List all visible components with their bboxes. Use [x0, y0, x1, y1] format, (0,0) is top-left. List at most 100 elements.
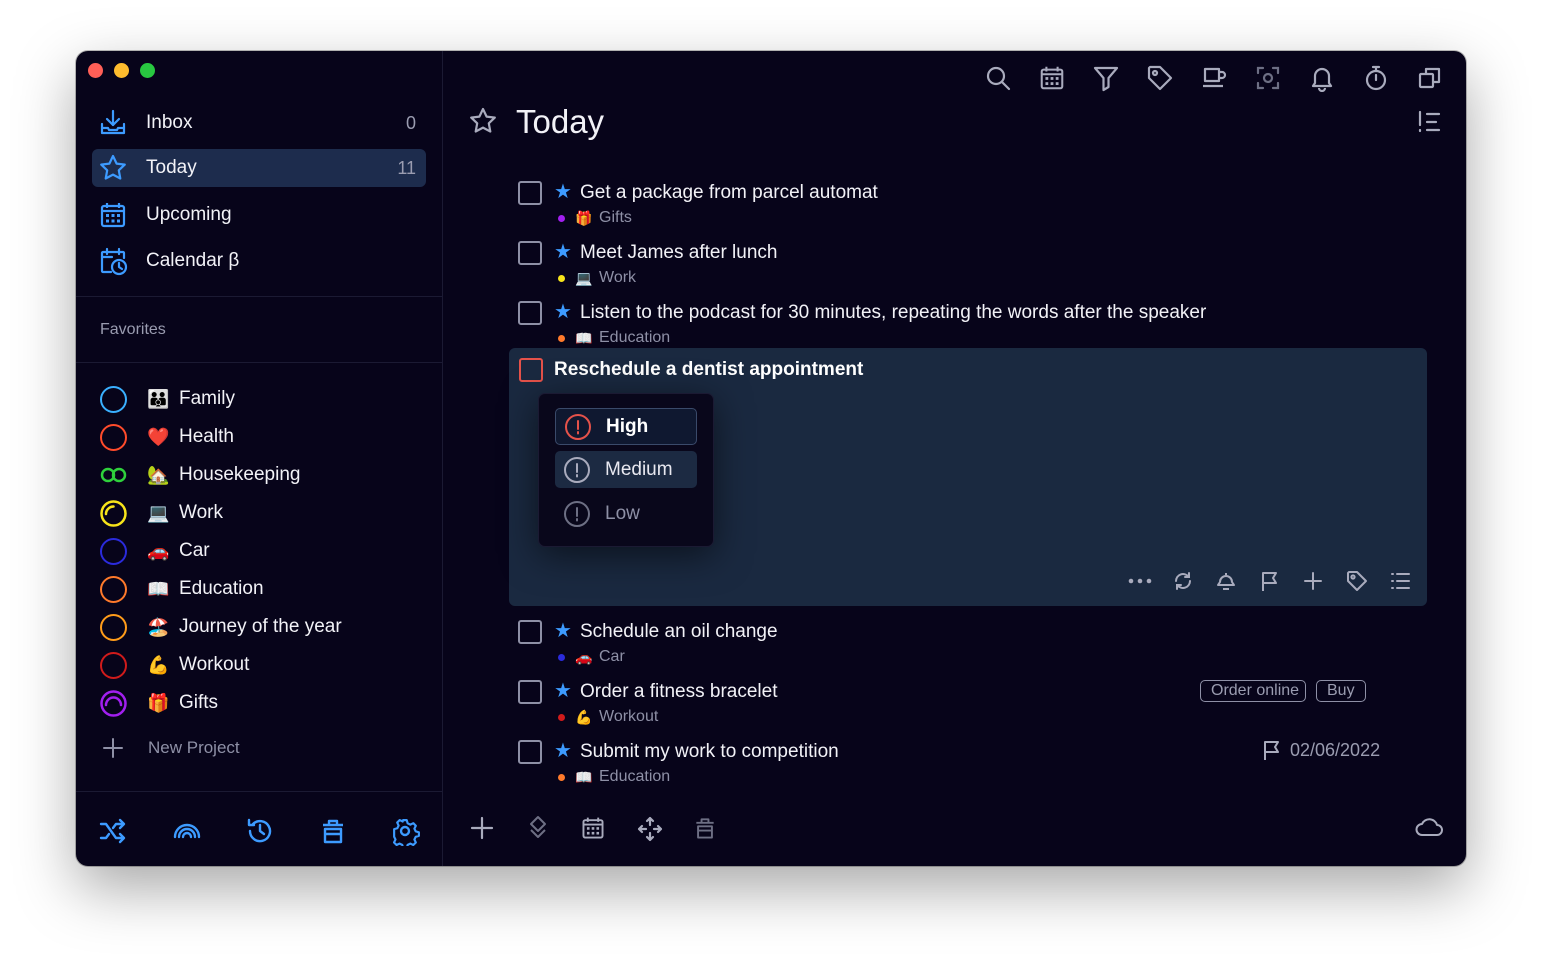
flag-icon[interactable]: [1259, 570, 1281, 592]
task-item[interactable]: ★ Order a fitness bracelet 💪 Workout Ord…: [518, 675, 1438, 731]
sidebar-item-today[interactable]: Today 11: [92, 149, 426, 187]
new-project-button[interactable]: New Project: [100, 735, 240, 761]
project-name: Gifts: [599, 209, 632, 226]
today-star-icon: ★: [554, 241, 572, 263]
rainbow-icon[interactable]: [172, 816, 202, 846]
task-title: Order a fitness bracelet: [580, 681, 778, 702]
project-family[interactable]: 👪 Family: [100, 382, 235, 416]
project-journey[interactable]: 🏖️ Journey of the year: [100, 610, 342, 644]
sidebar-item-upcoming[interactable]: Upcoming: [92, 196, 426, 234]
repeat-icon[interactable]: [1172, 570, 1194, 592]
zoom-window-button[interactable]: [140, 63, 155, 78]
project-emoji: 🎁: [147, 692, 170, 713]
settings-gear-icon[interactable]: [390, 816, 420, 846]
today-star-icon: ★: [554, 680, 572, 702]
trash-icon[interactable]: [692, 815, 718, 841]
sidebar-item-label: Calendar β: [146, 250, 240, 271]
tag-icon[interactable]: [1146, 64, 1174, 92]
sidebar-item-inbox[interactable]: Inbox 0: [92, 104, 426, 142]
task-title[interactable]: Reschedule a dentist appointment: [554, 359, 863, 381]
priority-option-medium[interactable]: Medium: [555, 451, 697, 488]
task-item[interactable]: ★ Listen to the podcast for 30 minutes, …: [518, 296, 1438, 352]
task-checkbox[interactable]: [518, 680, 542, 704]
close-window-button[interactable]: [88, 63, 103, 78]
infinity-ring-icon: [100, 462, 127, 489]
task-item[interactable]: ★ Meet James after lunch 💻 Work: [518, 236, 1438, 292]
project-label: Workout: [179, 654, 250, 675]
bell-icon[interactable]: [1308, 64, 1336, 92]
search-icon[interactable]: [984, 64, 1012, 92]
reminder-bell-icon[interactable]: [1215, 570, 1237, 592]
project-dot: [558, 773, 565, 781]
copy-window-icon[interactable]: [1416, 64, 1444, 92]
project-label: Housekeeping: [179, 464, 301, 485]
move-arrows-icon[interactable]: [636, 815, 664, 843]
sidebar-item-count: 0: [405, 112, 416, 133]
project-workout[interactable]: 💪 Workout: [100, 648, 249, 682]
task-checkbox-high-priority[interactable]: [519, 358, 543, 382]
project-work[interactable]: 💻 Work: [100, 496, 223, 530]
project-health[interactable]: ❤️ Health: [100, 420, 234, 454]
checklist-icon[interactable]: [1389, 570, 1411, 592]
today-star-icon: ★: [554, 740, 572, 762]
priority-option-high[interactable]: High: [555, 408, 697, 445]
minimize-window-button[interactable]: [114, 63, 129, 78]
task-title: Get a package from parcel automat: [580, 182, 878, 203]
task-checkbox[interactable]: [518, 620, 542, 644]
task-item[interactable]: ★ Get a package from parcel automat 🎁 Gi…: [518, 176, 1438, 232]
project-name: Workout: [599, 708, 659, 725]
project-gifts[interactable]: 🎁 Gifts: [100, 686, 218, 720]
project-car[interactable]: 🚗 Car: [100, 534, 210, 568]
task-checkbox[interactable]: [518, 181, 542, 205]
project-housekeeping[interactable]: 🏡 Housekeeping: [100, 458, 300, 492]
task-item[interactable]: ★ Submit my work to competition 📖 Educat…: [518, 735, 1438, 791]
tag-icon[interactable]: [1346, 570, 1368, 592]
project-emoji: 👪: [147, 388, 170, 409]
project-name: Work: [599, 269, 637, 286]
more-dots-icon[interactable]: [1126, 570, 1154, 592]
today-star-icon: ★: [554, 620, 572, 642]
history-icon[interactable]: [245, 816, 275, 846]
sidebar: Inbox 0 Today 11 Upcoming Calendar β Fav…: [76, 51, 443, 866]
project-dot: [558, 334, 565, 342]
task-checkbox[interactable]: [518, 740, 542, 764]
task-title: Meet James after lunch: [580, 242, 778, 263]
project-emoji: 📖: [147, 578, 170, 599]
add-task-icon[interactable]: [469, 815, 495, 841]
focus-scan-icon[interactable]: [1254, 64, 1282, 92]
project-education[interactable]: 📖 Education: [100, 572, 264, 606]
project-emoji: 📖: [575, 329, 593, 346]
shuffle-icon[interactable]: [98, 816, 128, 846]
tag-pill[interactable]: Order online: [1200, 680, 1306, 702]
task-title: Submit my work to competition: [580, 741, 839, 762]
calendar-icon[interactable]: [580, 815, 606, 841]
project-label: Journey of the year: [179, 616, 342, 637]
priority-option-low[interactable]: Low: [555, 495, 697, 532]
progress-ring-icon: [100, 689, 127, 717]
task-title: Listen to the podcast for 30 minutes, re…: [580, 302, 1207, 323]
page-title: Today: [516, 103, 605, 140]
task-item[interactable]: ★ Schedule an oil change 🚗 Car: [518, 615, 1438, 671]
tag-pill[interactable]: Buy: [1316, 680, 1366, 702]
project-ring-icon: [100, 537, 127, 565]
priority-sort-icon[interactable]: [1416, 109, 1442, 135]
project-dot: [558, 653, 565, 661]
task-checkbox[interactable]: [518, 301, 542, 325]
coffee-cup-icon[interactable]: [1200, 64, 1228, 92]
priority-diamond-icon[interactable]: [525, 815, 551, 841]
task-checkbox[interactable]: [518, 241, 542, 265]
cloud-sync-icon[interactable]: [1414, 815, 1444, 839]
trash-icon[interactable]: [318, 816, 348, 846]
project-name: Car: [599, 648, 625, 665]
filter-icon[interactable]: [1092, 64, 1120, 92]
project-name: Education: [599, 768, 671, 785]
timer-icon[interactable]: [1362, 64, 1390, 92]
window-controls: [88, 63, 155, 78]
task-project: 🚗 Car: [558, 648, 625, 666]
add-subtask-icon[interactable]: [1302, 570, 1324, 592]
calendar-icon[interactable]: [1038, 64, 1066, 92]
due-date[interactable]: 02/06/2022: [1262, 739, 1380, 761]
project-emoji: 💻: [147, 502, 170, 523]
expanded-task[interactable]: Reschedule a dentist appointment High Me…: [509, 348, 1427, 606]
sidebar-item-calendar[interactable]: Calendar β: [92, 242, 426, 280]
